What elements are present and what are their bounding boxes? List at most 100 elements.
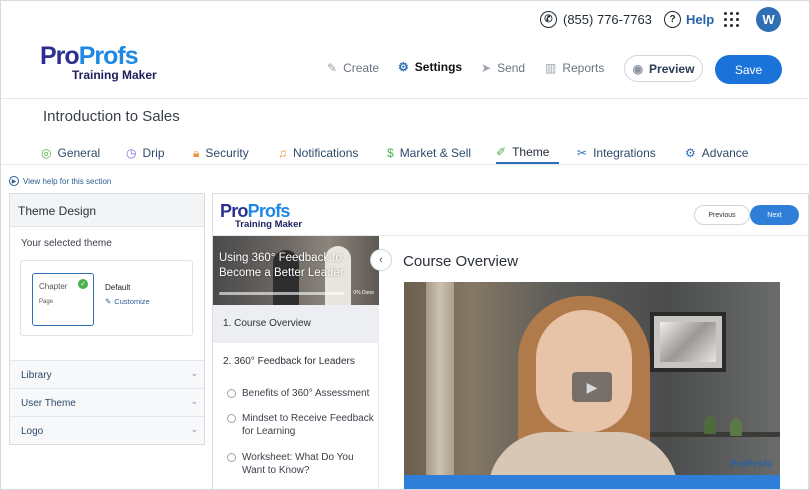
tab-general[interactable]: ◎ General — [41, 142, 100, 164]
apps-grid-icon[interactable] — [724, 12, 739, 27]
proprofs-logo[interactable]: ProProfs Training Maker — [40, 42, 157, 82]
selected-theme-label: Your selected theme — [21, 238, 112, 249]
tab-drip[interactable]: ◷ Drip — [126, 142, 165, 164]
sub-item-mindset[interactable]: Mindset to Receive Feedback for Learning — [227, 412, 377, 438]
paintbrush-icon: ✐ — [496, 145, 507, 159]
logo-section-label: Logo — [21, 426, 44, 437]
next-button[interactable]: Next — [750, 205, 799, 225]
question-icon: ? — [664, 11, 681, 28]
tab-integrations-label: Integrations — [593, 146, 656, 160]
lock-icon: 🔒︎ — [193, 145, 200, 160]
tab-integrations[interactable]: ✂ Integrations — [577, 142, 656, 164]
reports-icon: ▥ — [545, 61, 557, 75]
chevron-down-icon: ⌄ — [190, 424, 198, 434]
sub-item-worksheet[interactable]: Worksheet: What Do You Want to Know? — [227, 451, 377, 477]
top-utility-bar: ✆ (855) 776-7763 ? Help W — [1, 1, 809, 37]
tab-security[interactable]: 🔒︎ Security — [193, 142, 249, 164]
bell-icon: ♫ — [278, 146, 287, 160]
phone-number: (855) 776-7763 — [563, 12, 652, 27]
nav-send-label: Send — [497, 61, 526, 75]
accordion-user-theme[interactable]: User Theme ⌄ — [10, 388, 204, 416]
logo-subtitle: Training Maker — [72, 68, 157, 82]
chevron-down-icon: ⌄ — [190, 396, 198, 406]
check-circle-icon: ◎ — [41, 146, 52, 160]
settings-tabs: ◎ General ◷ Drip 🔒︎ Security ♫ Notificat… — [1, 139, 809, 165]
user-theme-label: User Theme — [21, 398, 76, 409]
app-window: ✆ (855) 776-7763 ? Help W ProProfs Train… — [0, 0, 810, 490]
logo-profs-text: Profs — [78, 42, 139, 70]
preview-content: Course Overview ▶ ProProfs — [379, 236, 808, 489]
edit-icon: ✎ — [105, 297, 112, 306]
collapse-sidebar-button[interactable]: ‹ — [370, 249, 392, 271]
preview-logo-profs: Profs — [247, 201, 291, 221]
dollar-icon: $ — [387, 146, 394, 160]
clock-icon: ◷ — [126, 146, 137, 160]
tab-advance-label: Advance — [701, 146, 749, 160]
user-avatar[interactable]: W — [756, 7, 781, 32]
presenter-face — [536, 310, 632, 432]
customize-label: Customize — [114, 297, 150, 306]
plant — [704, 416, 716, 434]
nav-settings-label: Settings — [414, 60, 463, 74]
selected-theme-card: Chapter Page ✓ Default ✎ Customize — [20, 260, 193, 336]
checkmark-icon: ✓ — [78, 279, 88, 289]
wall-picture — [650, 312, 726, 372]
nav-reports[interactable]: ▥ Reports — [545, 61, 604, 75]
section-help-link[interactable]: ▶ View help for this section — [9, 176, 111, 186]
lesson-course-overview[interactable]: 1. Course Overview — [213, 305, 379, 343]
chevron-left-icon: ‹ — [379, 254, 383, 266]
banner-progress-text: 0% Done — [353, 290, 374, 296]
radio-circle-icon — [227, 453, 236, 462]
nav-send[interactable]: ➤ Send — [481, 61, 525, 75]
theme-name: Default — [105, 283, 131, 292]
sub-item-benefits[interactable]: Benefits of 360° Assessment — [227, 387, 377, 400]
phone-contact[interactable]: ✆ (855) 776-7763 — [540, 11, 652, 28]
preview-logo-pro: Pro — [220, 201, 248, 221]
phone-icon: ✆ — [540, 11, 557, 28]
preview-button[interactable]: ◉ Preview — [624, 55, 703, 82]
accordion-logo[interactable]: Logo ⌄ — [10, 416, 204, 444]
radio-circle-icon — [227, 414, 236, 423]
tab-theme-label: Theme — [512, 145, 550, 159]
tab-market-sell[interactable]: $ Market & Sell — [387, 142, 471, 164]
lesson-360-feedback[interactable]: 2. 360° Feedback for Leaders — [223, 356, 355, 367]
video-footer-bar — [404, 475, 780, 489]
section-help-label: View help for this section — [23, 176, 112, 186]
eye-icon: ◉ — [632, 61, 644, 76]
accordion-library[interactable]: Library ⌄ — [10, 360, 204, 388]
nav-settings[interactable]: ⚙ Settings — [398, 60, 462, 74]
nav-create[interactable]: ✎ Create — [327, 61, 379, 75]
banner-title: Using 360° Feedback to Become a Better L… — [219, 252, 344, 279]
help-label: Help — [686, 12, 715, 27]
help-link[interactable]: ? Help — [664, 11, 714, 28]
tab-drip-label: Drip — [142, 146, 165, 160]
theme-thumbnail[interactable]: Chapter Page ✓ — [32, 273, 94, 326]
gear-icon: ⚙ — [398, 60, 409, 74]
sub-item-label: Benefits of 360° Assessment — [242, 388, 370, 399]
customize-link[interactable]: ✎ Customize — [105, 297, 150, 306]
tab-theme[interactable]: ✐ Theme — [496, 142, 559, 164]
previous-button[interactable]: Previous — [694, 205, 750, 225]
play-button-icon[interactable]: ▶ — [572, 372, 612, 402]
thumb-page-text: Page — [39, 299, 54, 305]
logo-pro-text: Pro — [40, 42, 80, 70]
tools-icon: ✂ — [577, 146, 588, 160]
app-header: ProProfs Training Maker ✎ Create ⚙ Setti… — [1, 37, 809, 99]
plant — [730, 418, 742, 436]
nav-reports-label: Reports — [562, 61, 605, 75]
play-circle-icon: ▶ — [9, 176, 19, 186]
theme-design-title: Theme Design — [10, 194, 204, 227]
banner-progress-bar — [219, 292, 345, 295]
tab-general-label: General — [57, 146, 101, 160]
tab-advance[interactable]: ⚙ Advance — [685, 142, 748, 164]
radio-circle-icon — [227, 389, 236, 398]
nav-create-label: Create — [343, 61, 380, 75]
library-label: Library — [21, 370, 52, 381]
send-icon: ➤ — [481, 61, 492, 75]
preview-label: Preview — [649, 61, 695, 76]
content-title: Course Overview — [403, 253, 519, 270]
tab-notifications[interactable]: ♫ Notifications — [278, 142, 358, 164]
preview-header: ProProfs Training Maker Previous Next — [213, 194, 808, 236]
video-player[interactable]: ▶ ProProfs — [404, 282, 780, 489]
save-button[interactable]: Save — [715, 55, 782, 84]
